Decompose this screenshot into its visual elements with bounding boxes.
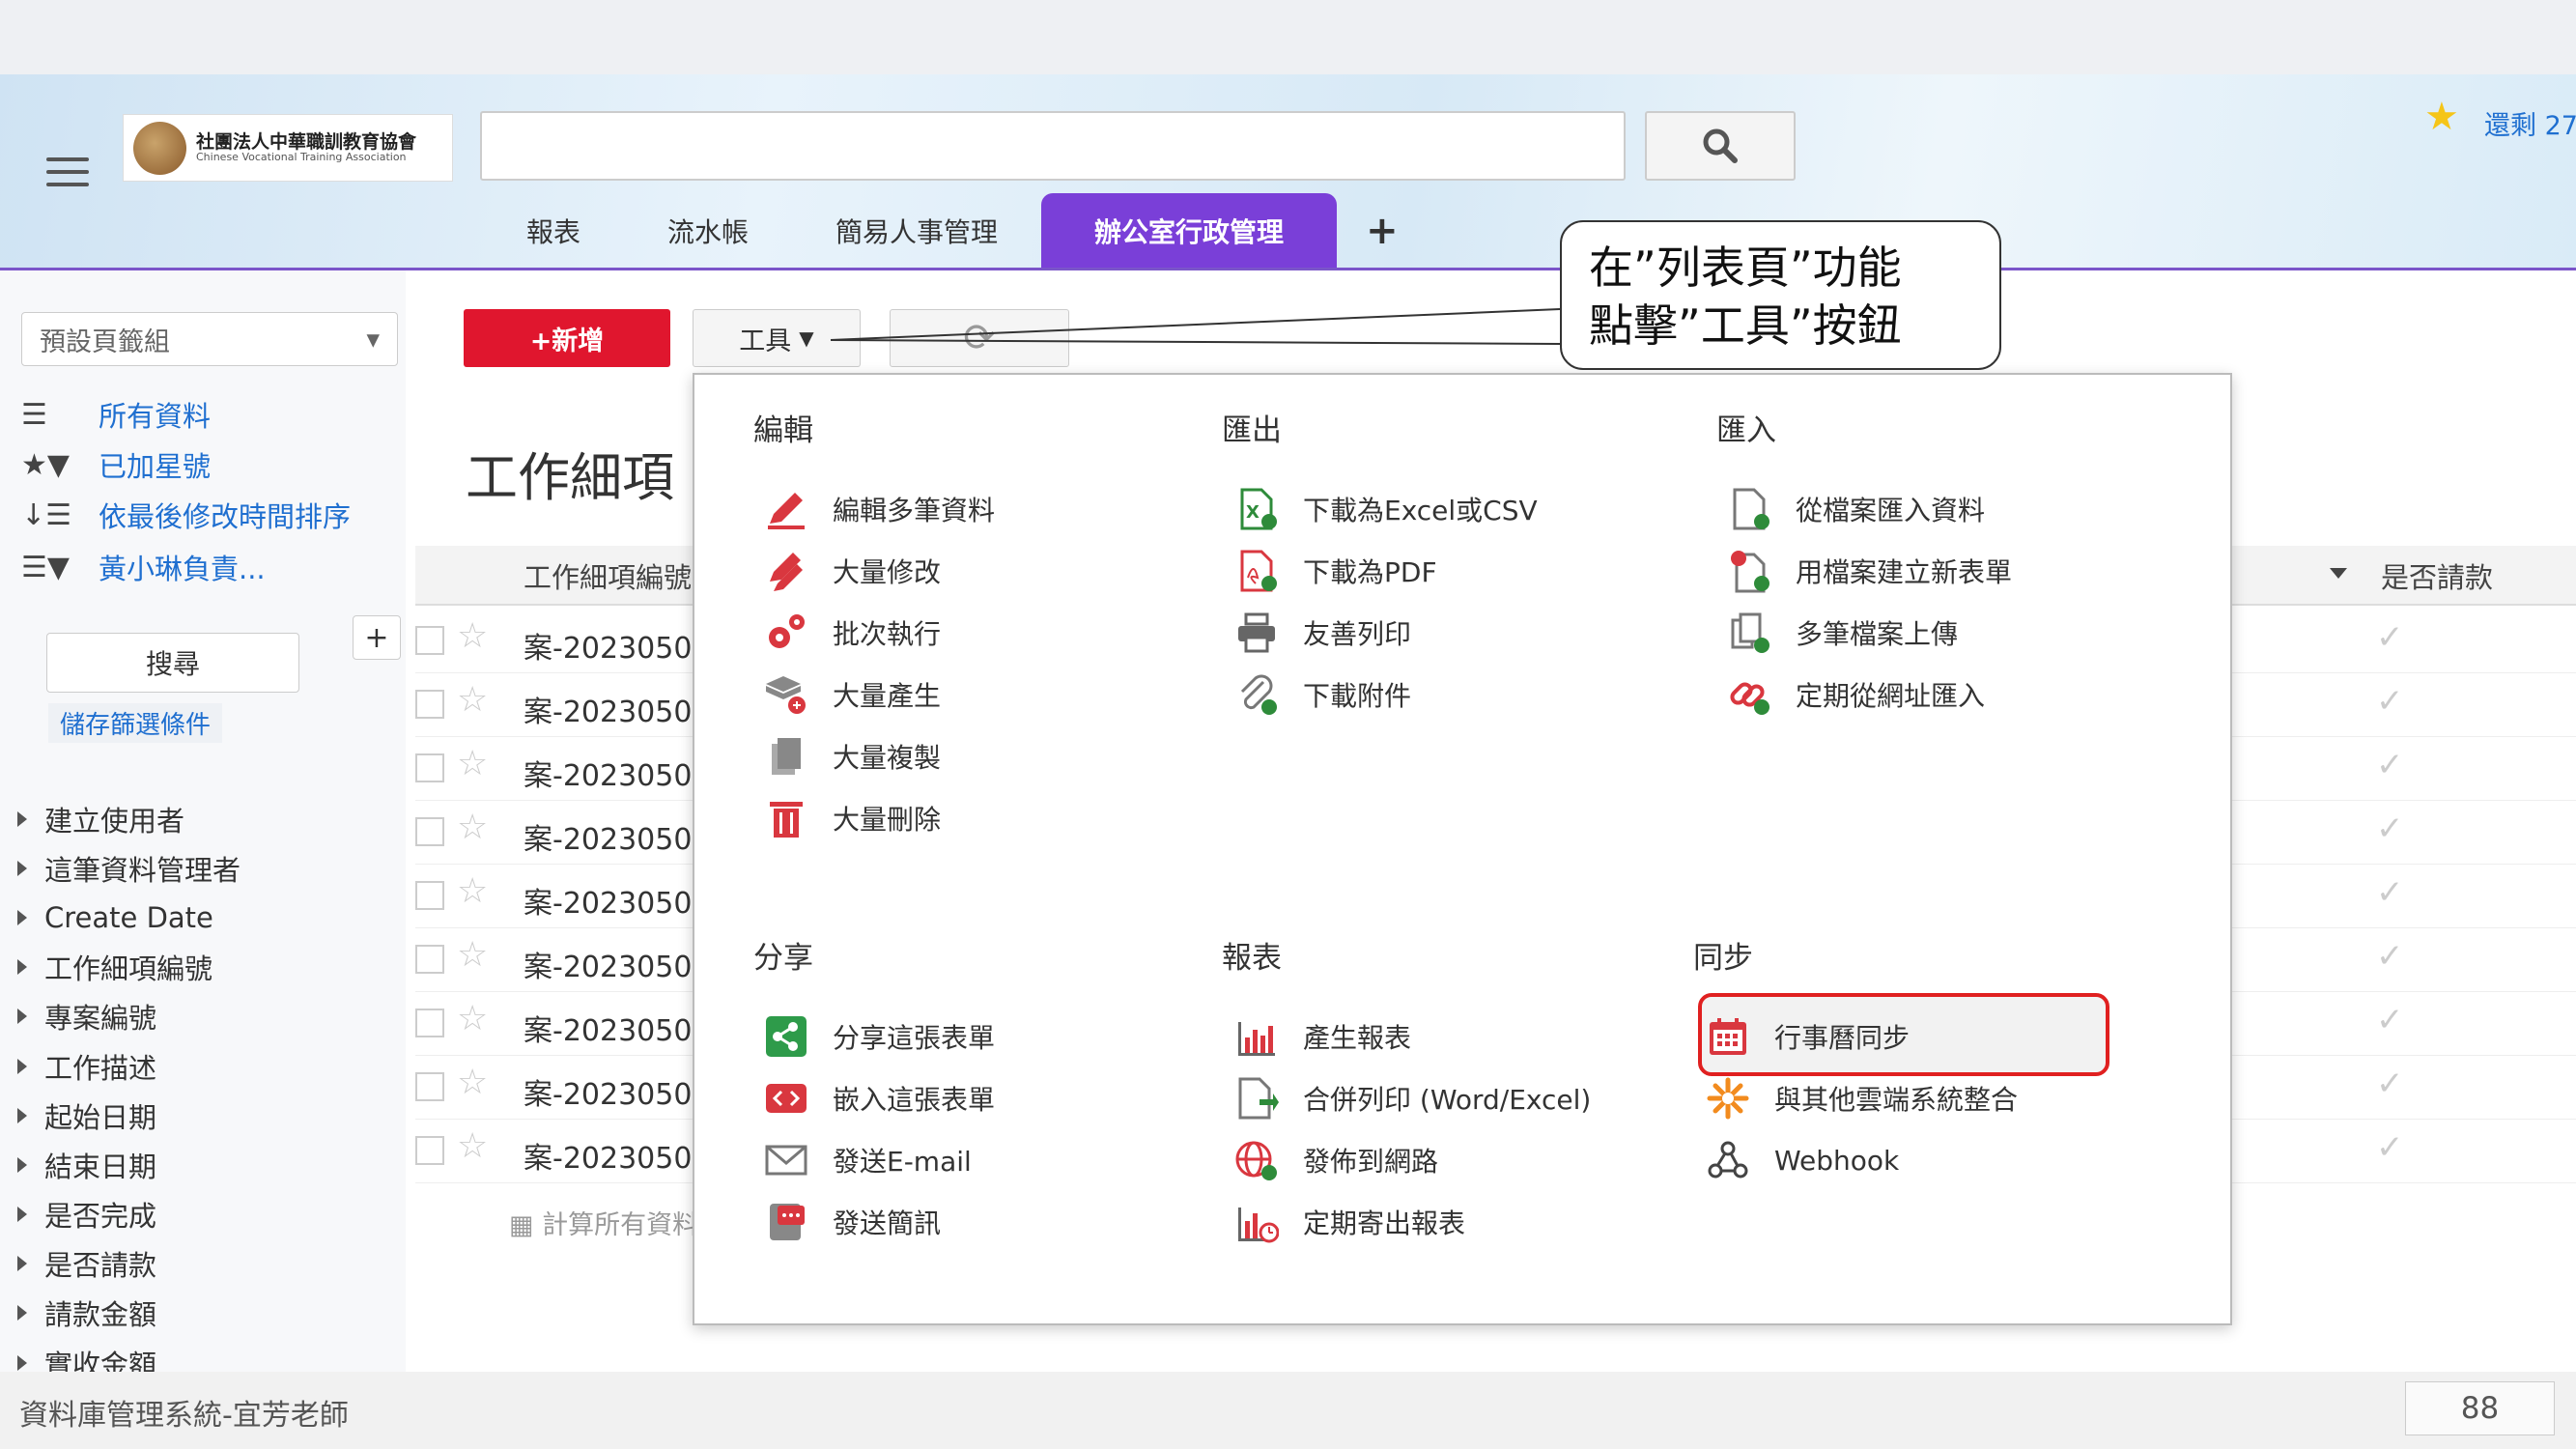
slide-footer [0,1372,2576,1449]
instruction-callout: 在”列表頁”功能 點擊”工具”按鈕 [1560,220,2001,370]
page-number: 88 [2405,1381,2555,1435]
footer-text: 資料庫管理系統-宜芳老師 [19,1399,349,1433]
callout-pointer [830,308,1561,345]
callout-line-1: 在”列表頁”功能 [1589,242,1902,294]
callout-line-2: 點擊”工具”按鈕 [1589,298,1902,352]
